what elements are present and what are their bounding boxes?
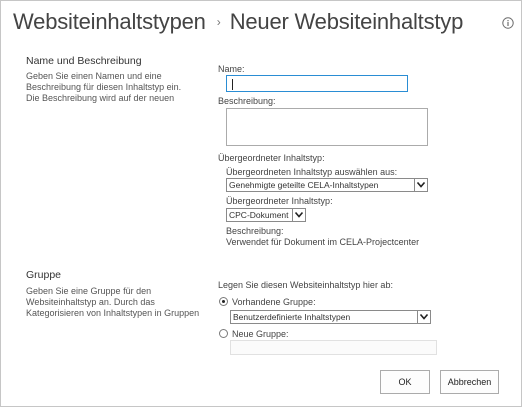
parent-description-text: Verwendet für Dokument im CELA-Projectce…	[226, 237, 420, 247]
chevron-down-icon	[292, 209, 305, 221]
parent-content-type-label: Übergeordneter Inhaltstyp:	[218, 153, 325, 163]
page-header: Websiteinhaltstypen › Neuer Websiteinhal…	[13, 5, 463, 39]
name-section-description: Geben Sie einen Namen und eine Beschreib…	[26, 71, 182, 103]
new-group-radio[interactable]	[219, 329, 228, 338]
parent-type-label: Übergeordneter Inhaltstyp:	[226, 196, 333, 206]
text-caret	[232, 79, 233, 90]
name-input[interactable]	[226, 75, 408, 92]
parent-description-label: Beschreibung:	[226, 226, 284, 236]
radio-selected-dot	[222, 300, 225, 303]
chevron-down-icon	[417, 311, 430, 323]
chevron-down-icon	[414, 179, 427, 191]
put-in-label: Legen Sie diesen Websiteinhaltstyp hier …	[218, 280, 393, 290]
ok-button[interactable]: OK	[380, 370, 430, 394]
cancel-button[interactable]: Abbrechen	[440, 370, 499, 394]
breadcrumb-parent-link[interactable]: Websiteinhaltstypen	[13, 9, 206, 35]
page-title: Neuer Websiteinhaltstyp	[229, 9, 464, 34]
name-label: Name:	[218, 64, 245, 74]
name-section-title: Name und Beschreibung	[26, 55, 142, 67]
select-from-label: Übergeordneten Inhaltstyp auswählen aus:	[226, 167, 398, 177]
breadcrumb-separator: ›	[216, 15, 221, 29]
info-icon[interactable]	[502, 16, 514, 29]
group-section-description: Geben Sie eine Gruppe für den Websiteinh…	[26, 286, 200, 318]
select-from-value: Genehmigte geteilte CELA-Inhaltstypen	[229, 180, 379, 190]
description-textarea[interactable]	[226, 108, 428, 146]
parent-type-value: CPC-Dokument	[229, 210, 289, 220]
existing-group-value: Benutzerdefinierte Inhaltstypen	[233, 312, 351, 322]
existing-group-dropdown[interactable]: Benutzerdefinierte Inhaltstypen	[230, 310, 431, 324]
group-section-title: Gruppe	[26, 269, 62, 281]
select-from-dropdown[interactable]: Genehmigte geteilte CELA-Inhaltstypen	[226, 178, 428, 192]
existing-group-radio[interactable]	[219, 297, 228, 306]
new-group-input[interactable]	[230, 340, 437, 355]
parent-type-dropdown[interactable]: CPC-Dokument	[226, 208, 306, 222]
existing-group-label: Vorhandene Gruppe:	[232, 297, 316, 307]
new-group-label: Neue Gruppe:	[232, 329, 289, 339]
description-label: Beschreibung:	[218, 96, 276, 106]
